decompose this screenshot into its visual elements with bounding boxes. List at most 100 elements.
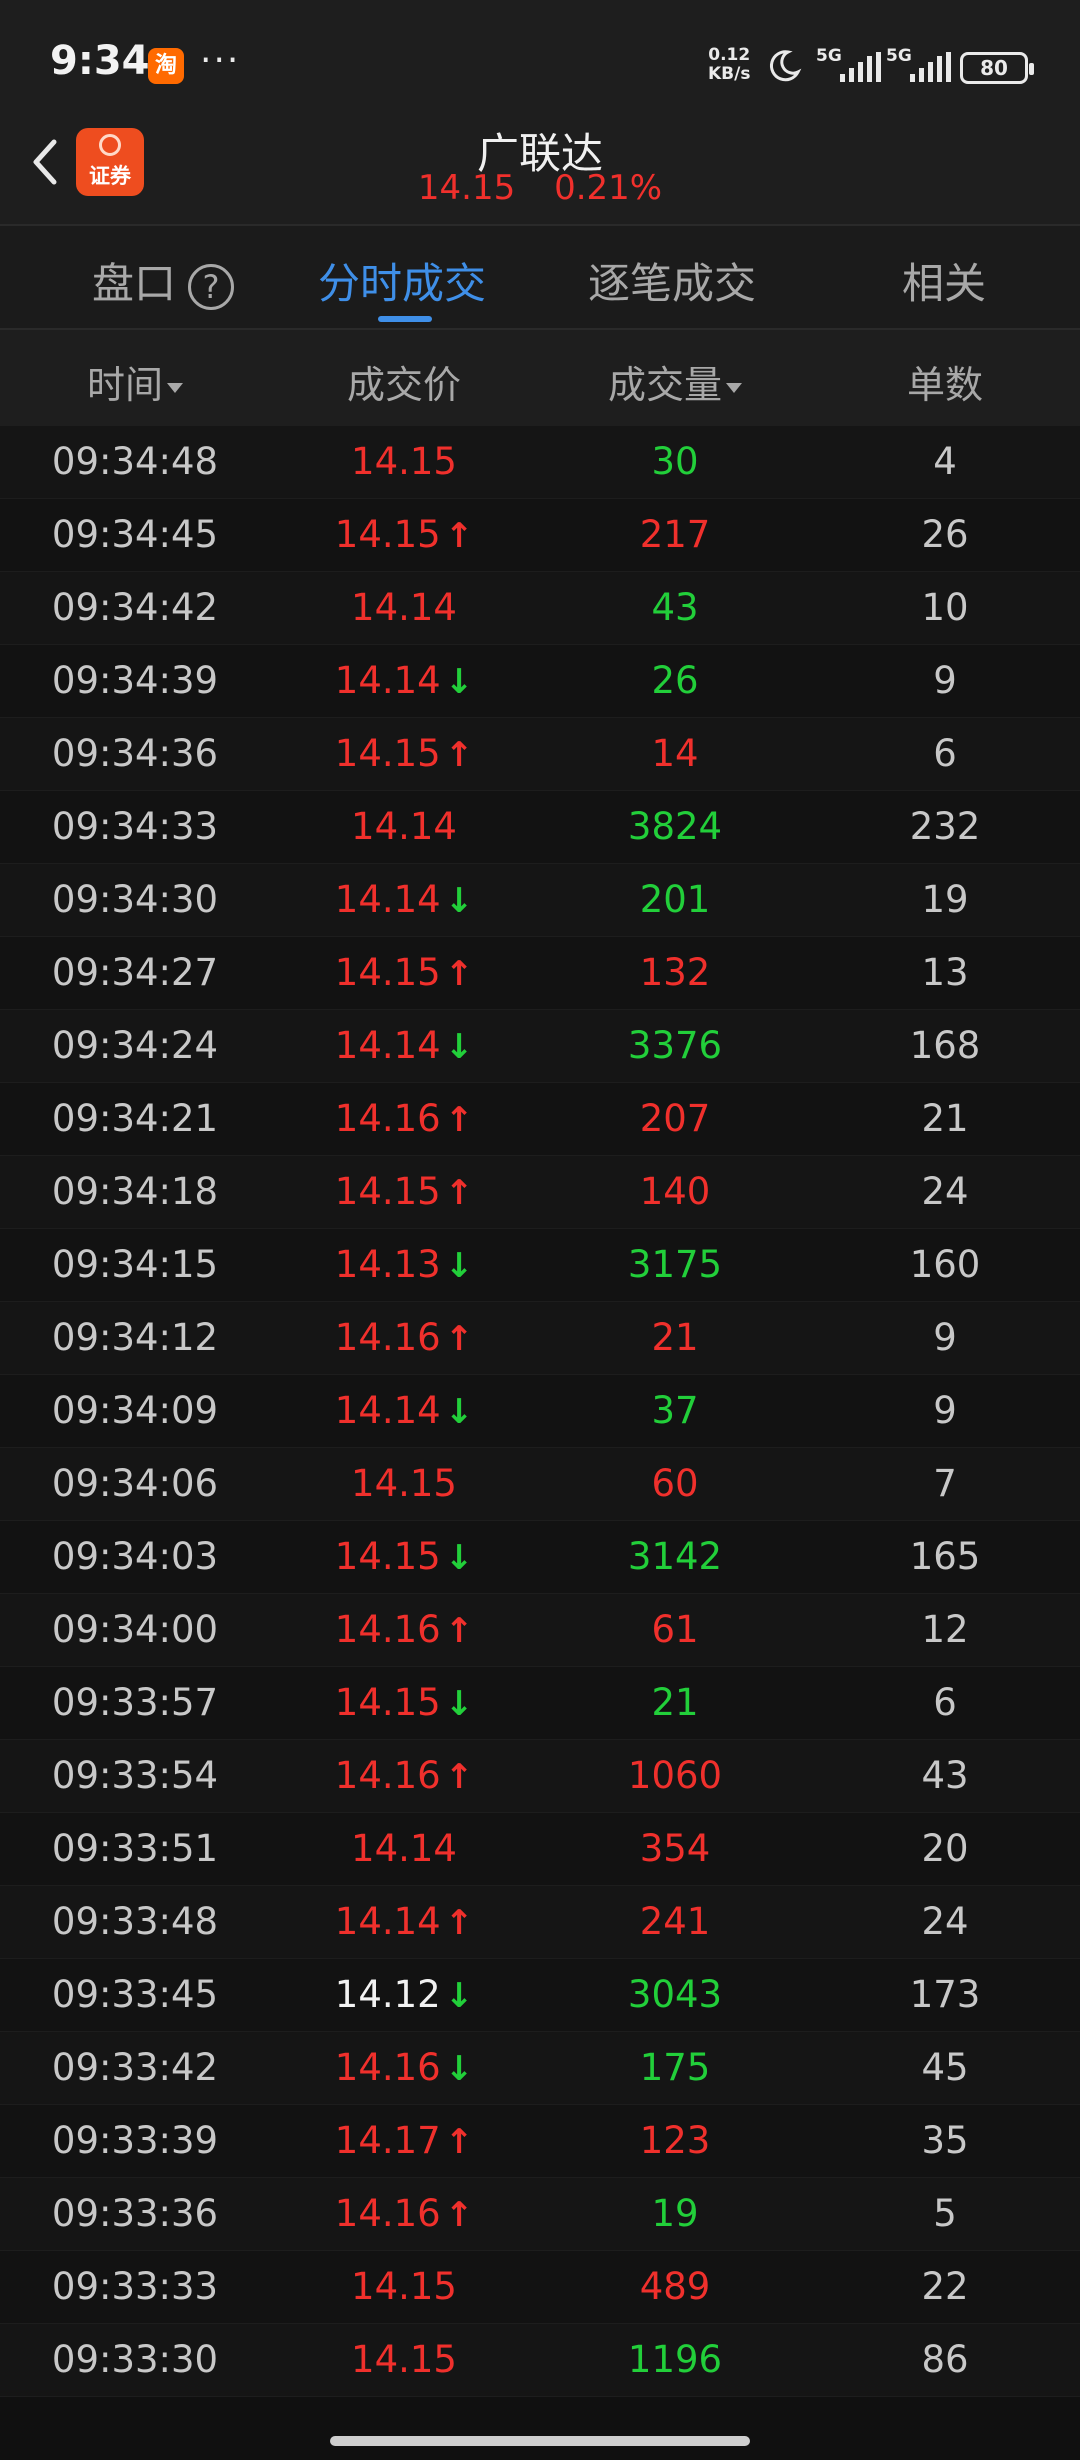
column-time[interactable]: 时间 (86, 354, 184, 409)
arrow-down-icon: ↓ (444, 1027, 474, 1067)
status-bar: 9:34 淘 ··· 0.12 KB/s 5G 5G 80 (0, 0, 1080, 120)
trade-volume: 3175 (627, 1243, 723, 1286)
table-row: 09:34:09 14.14 ↓ 37 9 (0, 1375, 1080, 1448)
trade-price-cell: 14.16 ↑ (335, 1754, 473, 1797)
trade-volume: 175 (639, 2046, 711, 2089)
trade-count: 19 (921, 878, 969, 921)
trade-price: 14.14 (334, 659, 441, 702)
trade-time: 09:33:39 (51, 2119, 219, 2162)
trade-time: 09:34:36 (51, 732, 219, 775)
trades-table[interactable]: 09:34:48 14.15 30 4 09:34:45 14.15 ↑ 217 26 09:34… (0, 426, 1080, 2397)
trade-price-cell: 14.16 ↑ (335, 1097, 473, 1140)
sort-caret-icon (167, 382, 184, 393)
trade-volume: 3142 (627, 1535, 723, 1578)
arrow-up-icon: ↑ (444, 2195, 474, 2235)
column-time-label: 时间 (86, 363, 164, 407)
trade-time: 09:33:57 (51, 1681, 219, 1724)
tab-order-book[interactable]: 盘口? (92, 250, 235, 311)
table-row: 09:34:21 14.16 ↑ 207 21 (0, 1083, 1080, 1156)
arrow-up-icon: ↑ (444, 1757, 474, 1797)
arrow-down-icon: ↓ (444, 881, 474, 921)
arrow-up-icon: ↑ (444, 2122, 474, 2162)
trade-volume: 26 (651, 659, 699, 702)
trade-time: 09:34:00 (51, 1608, 219, 1651)
trade-price: 14.16 (334, 2046, 441, 2089)
home-indicator[interactable] (330, 2436, 750, 2446)
trade-count: 5 (933, 2192, 957, 2235)
arrow-down-icon: ↓ (444, 662, 474, 702)
trade-price-cell: 14.16 ↑ (335, 2192, 473, 2235)
trade-time: 09:33:51 (51, 1827, 219, 1870)
trade-volume: 60 (651, 1462, 699, 1505)
arrow-up-icon: ↑ (444, 1611, 474, 1651)
table-row: 09:34:06 14.15 60 7 (0, 1448, 1080, 1521)
trade-volume: 3043 (627, 1973, 723, 2016)
trade-volume: 14 (651, 732, 699, 775)
table-header: 时间 成交价 成交量 单数 (0, 330, 1080, 426)
trade-time: 09:34:03 (51, 1535, 219, 1578)
arrow-up-icon: ↑ (444, 1903, 474, 1943)
trade-count: 35 (921, 2119, 969, 2162)
tab-time-trades[interactable]: 分时成交 (318, 250, 486, 311)
trade-price: 14.16 (334, 1316, 441, 1359)
trade-price: 14.14 (351, 1827, 457, 1870)
trade-price: 14.13 (334, 1243, 441, 1286)
arrow-down-icon: ↓ (444, 1246, 474, 1286)
trade-time: 09:34:21 (51, 1097, 219, 1140)
table-row: 09:34:24 14.14 ↓ 3376 168 (0, 1010, 1080, 1083)
column-price: 成交价 (346, 363, 462, 407)
trade-count: 173 (909, 1973, 981, 2016)
table-row: 09:33:48 14.14 ↑ 241 24 (0, 1886, 1080, 1959)
arrow-up-icon: ↑ (444, 1319, 474, 1359)
trade-price-cell: 14.15 ↑ (335, 951, 473, 994)
trade-price: 14.15 (351, 440, 457, 483)
trade-count: 12 (921, 1608, 969, 1651)
header: 证券 广联达 14.15 0.21% (0, 120, 1080, 224)
trade-volume: 354 (639, 1827, 711, 1870)
table-row: 09:34:15 14.13 ↓ 3175 160 (0, 1229, 1080, 1302)
arrow-down-icon: ↓ (444, 1392, 474, 1432)
column-volume[interactable]: 成交量 (608, 354, 743, 409)
trade-price: 14.15 (351, 2338, 457, 2381)
trade-count: 9 (933, 659, 957, 702)
arrow-up-icon: ↑ (444, 1100, 474, 1140)
trade-volume: 30 (651, 440, 699, 483)
help-icon[interactable]: ? (188, 263, 235, 310)
tab-tick-trades[interactable]: 逐笔成交 (588, 250, 756, 311)
trade-volume: 140 (639, 1170, 711, 1213)
table-row: 09:34:27 14.15 ↑ 132 13 (0, 937, 1080, 1010)
trade-count: 10 (921, 586, 969, 629)
trade-price: 14.15 (334, 951, 441, 994)
table-row: 09:34:33 14.14 3824 232 (0, 791, 1080, 864)
arrow-down-icon: ↓ (444, 1538, 474, 1578)
trade-price-cell: 14.14 (351, 1827, 457, 1870)
trade-price: 14.12 (334, 1973, 441, 2016)
trade-price: 14.15 (334, 513, 441, 556)
trade-price: 14.14 (351, 805, 457, 848)
table-row: 09:34:12 14.16 ↑ 21 9 (0, 1302, 1080, 1375)
trade-time: 09:34:42 (51, 586, 219, 629)
status-time: 9:34 (50, 38, 150, 84)
trade-time: 09:33:42 (51, 2046, 219, 2089)
trade-volume: 1060 (627, 1754, 723, 1797)
trade-price: 14.16 (334, 1608, 441, 1651)
table-row: 09:33:45 14.12 ↓ 3043 173 (0, 1959, 1080, 2032)
trade-price: 14.14 (334, 1024, 441, 1067)
arrow-up-icon: ↑ (444, 1173, 474, 1213)
trade-price-cell: 14.15 ↑ (335, 1170, 473, 1213)
network-speed: 0.12 KB/s (708, 46, 750, 84)
trade-volume: 3376 (627, 1024, 723, 1067)
trade-time: 09:33:33 (51, 2265, 219, 2308)
trade-price-cell: 14.15 ↓ (335, 1535, 473, 1578)
trade-time: 09:34:45 (51, 513, 219, 556)
trade-time: 09:34:30 (51, 878, 219, 921)
arrow-up-icon: ↑ (444, 516, 474, 556)
trade-count: 21 (921, 1097, 969, 1140)
tab-related[interactable]: 相关 (902, 250, 986, 311)
trade-price: 14.14 (334, 1900, 441, 1943)
trade-price-cell: 14.16 ↓ (335, 2046, 473, 2089)
trade-count: 4 (933, 440, 957, 483)
arrow-down-icon: ↓ (444, 2049, 474, 2089)
trade-time: 09:33:45 (51, 1973, 219, 2016)
arrow-up-icon: ↑ (444, 954, 474, 994)
